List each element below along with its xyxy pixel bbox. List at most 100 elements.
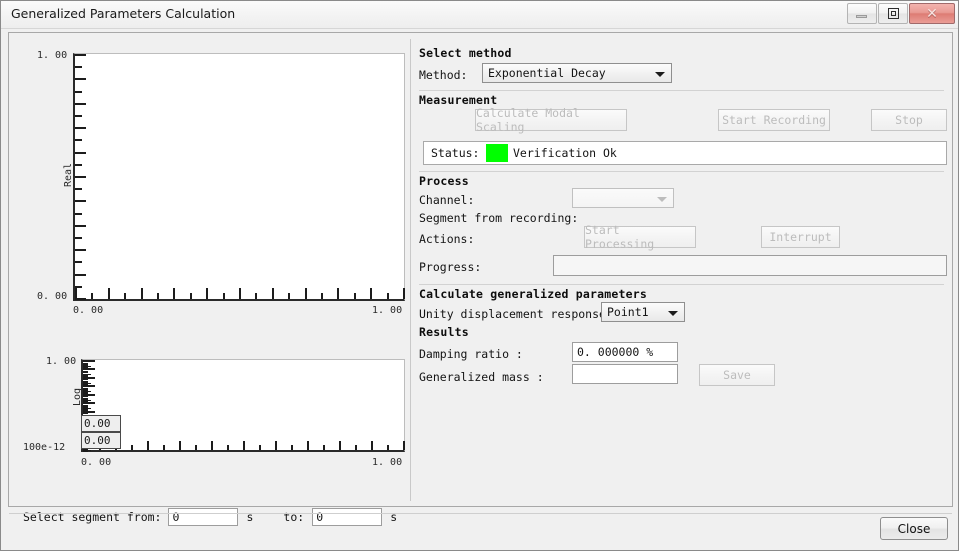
maximize-button[interactable]: [878, 3, 908, 24]
interrupt-button[interactable]: Interrupt: [761, 226, 840, 248]
segment-selection-row: Select segment from: s to: s: [23, 508, 397, 526]
axis-tick: [403, 288, 405, 299]
dialog-client-area: 1. 00 0. 00 Real 0. 00 1. 00 1. 00 100e-…: [8, 32, 953, 526]
axis-tick: [91, 293, 93, 299]
axis-tick: [255, 293, 257, 299]
axis-tick: [163, 445, 165, 450]
axis-tick: [305, 288, 307, 299]
axis-tick: [83, 402, 95, 404]
axis-tick: [223, 293, 225, 299]
caption-button-group: ✕: [847, 3, 955, 24]
save-button[interactable]: Save: [699, 364, 775, 386]
axis-tick: [75, 249, 86, 251]
progress-bar: [553, 255, 947, 276]
axis-tick: [291, 445, 293, 450]
chevron-down-icon: [668, 311, 678, 316]
axis-tick: [75, 200, 86, 202]
log-chart[interactable]: 1. 00 100e-12 Log 0.00 0.00 0. 00 1. 00: [15, 327, 405, 487]
axis-tick: [75, 152, 86, 154]
log-chart-y-min-label: 100e-12: [23, 442, 66, 453]
log-chart-cursor-value-top[interactable]: 0.00: [81, 415, 121, 432]
axis-tick: [75, 188, 82, 190]
axis-tick: [75, 237, 82, 239]
axis-tick: [371, 441, 373, 450]
log-chart-x-min-label: 0. 00: [81, 457, 112, 468]
axis-tick: [387, 445, 389, 450]
axis-tick: [243, 441, 245, 450]
axis-tick: [83, 396, 88, 397]
process-group-title: Process: [419, 174, 469, 188]
real-chart[interactable]: 1. 00 0. 00 Real 0. 00 1. 00: [15, 39, 405, 324]
status-label: Status:: [431, 146, 480, 160]
axis-tick: [321, 293, 323, 299]
damping-ratio-field[interactable]: 0. 000000 %: [572, 342, 678, 362]
chevron-down-icon: [657, 197, 667, 202]
real-plot-area[interactable]: [73, 53, 405, 301]
axis-tick: [83, 451, 88, 452]
axis-tick: [355, 445, 357, 450]
axis-tick: [75, 213, 82, 215]
log-chart-y-max-label: 1. 00: [46, 356, 77, 367]
calculate-group-title: Calculate generalized parameters: [419, 287, 647, 301]
generalized-mass-label: Generalized mass :: [419, 370, 544, 384]
method-combobox[interactable]: Exponential Decay: [482, 63, 672, 83]
calculate-modal-scaling-button[interactable]: Calculate Modal Scaling: [475, 106, 627, 134]
axis-tick: [75, 66, 82, 68]
axis-tick: [227, 445, 229, 450]
start-processing-button[interactable]: Start Processing: [584, 223, 696, 251]
log-chart-cursor-value-bottom[interactable]: 0.00: [81, 432, 121, 449]
select-method-group-title: Select method: [419, 46, 512, 60]
axis-tick: [323, 445, 325, 450]
stop-button[interactable]: Stop: [871, 109, 947, 131]
axis-tick: [157, 293, 159, 299]
axis-tick: [75, 298, 86, 300]
axis-tick: [239, 288, 241, 299]
axis-tick: [83, 379, 88, 380]
axis-tick: [259, 445, 261, 450]
axis-tick: [75, 225, 86, 227]
axis-tick: [83, 368, 95, 370]
axis-tick: [75, 103, 86, 105]
damping-ratio-label: Damping ratio :: [419, 347, 523, 361]
axis-tick: [75, 91, 82, 93]
log-plot-area[interactable]: [81, 359, 405, 452]
segment-from-input[interactable]: [168, 508, 239, 526]
close-window-button[interactable]: ✕: [909, 3, 955, 24]
measurement-group-title: Measurement: [419, 93, 498, 107]
axis-tick: [75, 139, 82, 141]
start-recording-button[interactable]: Start Recording: [718, 109, 830, 131]
axis-tick: [124, 293, 126, 299]
method-label: Method:: [419, 68, 468, 82]
method-combobox-value: Exponential Decay: [488, 66, 606, 80]
results-group-title: Results: [419, 325, 469, 339]
axis-tick: [403, 441, 405, 450]
log-chart-x-max-label: 1. 00: [372, 457, 403, 468]
axis-tick: [75, 176, 86, 178]
unity-displacement-combobox[interactable]: Point1: [601, 302, 685, 322]
axis-tick: [211, 441, 213, 450]
axis-tick: [339, 441, 341, 450]
channel-combobox[interactable]: [572, 188, 674, 208]
axis-tick: [83, 360, 95, 362]
unity-displacement-value: Point1: [607, 305, 649, 319]
minimize-button[interactable]: [847, 3, 877, 24]
axis-tick: [131, 445, 133, 450]
real-chart-y-min-label: 0. 00: [37, 291, 68, 302]
real-chart-y-max-label: 1. 00: [37, 50, 68, 61]
window-title: Generalized Parameters Calculation: [11, 6, 236, 21]
status-text: Verification Ok: [513, 146, 617, 160]
chevron-down-icon: [655, 72, 665, 77]
channel-label: Channel:: [419, 193, 475, 207]
status-badge: [486, 144, 508, 162]
axis-tick: [147, 441, 149, 450]
segment-to-input[interactable]: [312, 508, 383, 526]
axis-tick: [387, 293, 389, 299]
axis-tick: [108, 288, 110, 299]
axis-tick: [141, 288, 143, 299]
axis-tick: [75, 288, 77, 299]
generalized-mass-field[interactable]: [572, 364, 678, 384]
close-button[interactable]: Close: [880, 517, 948, 540]
axis-tick: [272, 288, 274, 299]
axis-tick: [190, 293, 192, 299]
axis-tick: [75, 261, 82, 263]
